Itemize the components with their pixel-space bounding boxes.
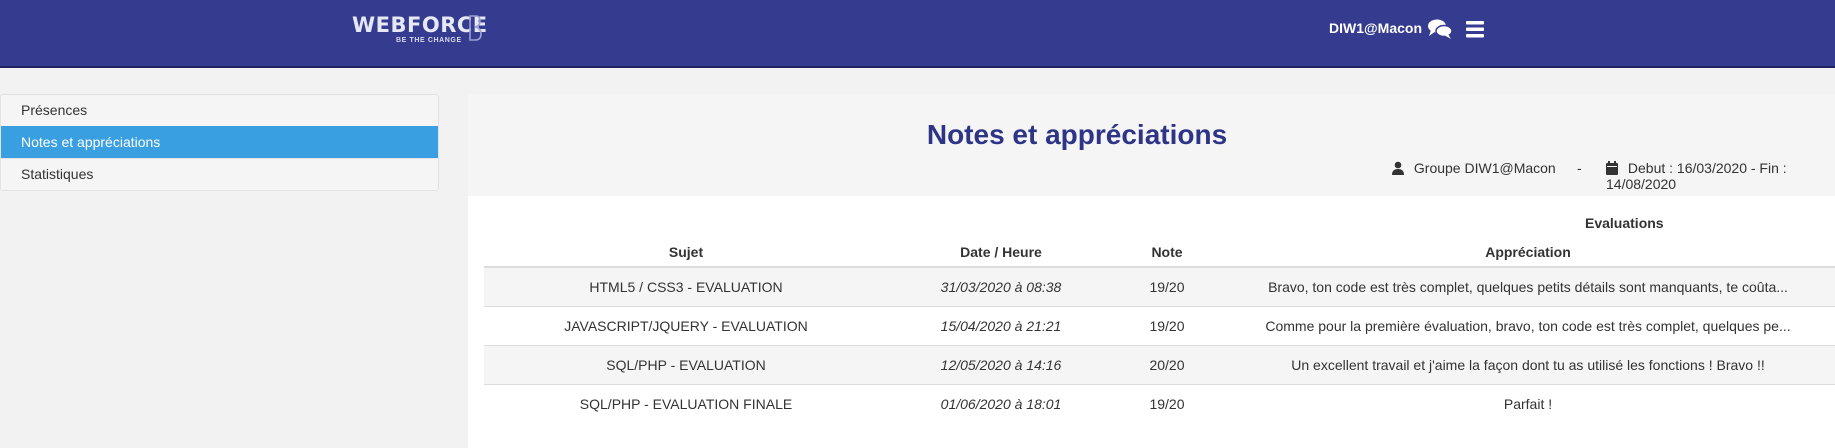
cell-date: 01/06/2020 à 18:01 (888, 384, 1114, 423)
table-row: HTML5 / CSS3 - EVALUATION 31/03/2020 à 0… (484, 266, 1835, 307)
menu-icon[interactable] (1465, 19, 1485, 39)
table-caption: Evaluations (1585, 215, 1664, 231)
cell-sujet: HTML5 / CSS3 - EVALUATION (484, 266, 888, 307)
main-content: Notes et appréciations Groupe DIW1@Macon… (468, 94, 1835, 448)
content-header: Notes et appréciations Groupe DIW1@Macon… (468, 94, 1835, 196)
table-row: SQL/PHP - EVALUATION FINALE 01/06/2020 à… (484, 384, 1835, 423)
group-label: Groupe DIW1@Macon (1413, 160, 1556, 176)
cell-note: 19/20 (1114, 266, 1220, 307)
cell-sujet: SQL/PHP - EVALUATION (484, 345, 888, 385)
cell-sujet: JAVASCRIPT/JQUERY - EVALUATION (484, 306, 888, 346)
cell-sujet: SQL/PHP - EVALUATION FINALE (484, 384, 888, 423)
page-title: Notes et appréciations (926, 119, 1228, 150)
logo-b-mark-icon (469, 15, 482, 41)
top-navbar: WEBFORCE BE THE CHANGE DIW1@Macon (0, 0, 1835, 68)
dates-info: Debut : 16/03/2020 - Fin : 14/08/2020 (1606, 160, 1835, 192)
calendar-icon (1606, 161, 1618, 175)
column-header-appreciation: Appréciation (1220, 238, 1835, 268)
table-header-row: Sujet Date / Heure Note Appréciation (484, 238, 1835, 268)
sidebar-item-statistiques[interactable]: Statistiques (1, 158, 438, 190)
table-row: JAVASCRIPT/JQUERY - EVALUATION 15/04/202… (484, 306, 1835, 346)
user-account-label[interactable]: DIW1@Macon (1329, 20, 1422, 36)
cell-date: 31/03/2020 à 08:38 (888, 266, 1114, 307)
group-info: Groupe DIW1@Macon (1392, 160, 1556, 176)
cell-appreciation: Bravo, ton code est très complet, quelqu… (1220, 266, 1835, 307)
evaluations-table: Sujet Date / Heure Note Appréciation HTM… (484, 238, 1835, 423)
cell-note: 19/20 (1114, 306, 1220, 346)
cell-appreciation: Parfait ! (1220, 384, 1835, 423)
webforce-logo[interactable]: WEBFORCE BE THE CHANGE (352, 12, 488, 52)
logo-tagline: BE THE CHANGE (396, 37, 462, 44)
cell-note: 19/20 (1114, 384, 1220, 423)
table-row: SQL/PHP - EVALUATION 12/05/2020 à 14:16 … (484, 345, 1835, 385)
cell-note: 20/20 (1114, 345, 1220, 385)
sidebar-item-notes[interactable]: Notes et appréciations (1, 126, 438, 158)
chat-icon[interactable] (1427, 18, 1453, 40)
meta-separator: - (1577, 160, 1582, 176)
cell-date: 15/04/2020 à 21:21 (888, 306, 1114, 346)
dates-label: Debut : 16/03/2020 - Fin : 14/08/2020 (1606, 160, 1787, 192)
sidebar-nav: Présences Notes et appréciations Statist… (0, 94, 439, 191)
column-header-sujet: Sujet (484, 238, 888, 268)
cell-date: 12/05/2020 à 14:16 (888, 345, 1114, 385)
column-header-date: Date / Heure (888, 238, 1114, 268)
column-header-note: Note (1114, 238, 1220, 268)
sidebar-item-presences[interactable]: Présences (1, 95, 438, 126)
cell-appreciation: Un excellent travail et j'aime la façon … (1220, 345, 1835, 385)
user-icon (1392, 161, 1404, 175)
cell-appreciation: Comme pour la première évaluation, bravo… (1220, 306, 1835, 346)
